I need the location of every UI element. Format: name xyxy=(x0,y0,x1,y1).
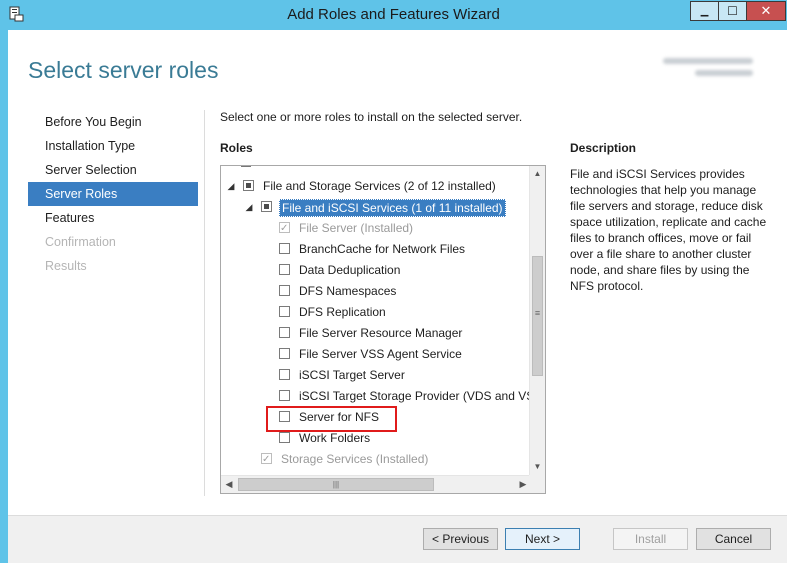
nav-results: Results xyxy=(45,259,87,273)
wizard-client-area: Select server roles Before You Begin Ins… xyxy=(8,30,787,563)
roles-tree[interactable]: ◢ File and Storage Services (2 of 12 ins… xyxy=(220,165,546,494)
scroll-thumb[interactable]: ≡ xyxy=(532,256,543,376)
checkbox[interactable] xyxy=(279,327,290,338)
expand-arrow-icon[interactable]: ◢ xyxy=(225,176,237,197)
cancel-button[interactable]: Cancel xyxy=(696,528,771,550)
description-text: File and iSCSI Services provides technol… xyxy=(570,167,767,293)
scroll-corner xyxy=(529,475,545,493)
role-label: DFS Replication xyxy=(299,305,386,319)
previous-button[interactable]: < Previous xyxy=(423,528,498,550)
role-label: File Server Resource Manager xyxy=(299,326,463,340)
role-label: iSCSI Target Server xyxy=(299,368,405,382)
wizard-steps-nav: Before You Begin Installation Type Serve… xyxy=(28,110,198,278)
role-label: File Server VSS Agent Service xyxy=(299,347,462,361)
install-button: Install xyxy=(613,528,688,550)
minimize-button[interactable]: ▁ xyxy=(690,1,718,21)
nav-confirmation: Confirmation xyxy=(45,235,116,249)
window-title: Add Roles and Features Wizard xyxy=(287,6,500,23)
maximize-icon: ☐ xyxy=(727,4,738,18)
role-label: File and iSCSI Services (1 of 11 install… xyxy=(279,199,506,217)
checkbox[interactable] xyxy=(279,285,290,296)
nav-server-selection[interactable]: Server Selection xyxy=(28,158,198,182)
grip-icon: ≡ xyxy=(534,308,541,318)
checkbox[interactable] xyxy=(279,432,290,443)
checkbox[interactable] xyxy=(261,201,272,212)
nav-before-you-begin[interactable]: Before You Begin xyxy=(28,110,198,134)
next-button[interactable]: Next > xyxy=(505,528,580,550)
nav-features[interactable]: Features xyxy=(28,206,198,230)
checkbox[interactable] xyxy=(243,180,254,191)
scroll-left-arrow-icon[interactable]: ◀ xyxy=(221,476,237,493)
page-title: Select server roles xyxy=(28,57,219,83)
role-label: DFS Namespaces xyxy=(299,284,397,298)
server-for-nfs-highlight xyxy=(266,406,397,432)
maximize-button[interactable]: ☐ xyxy=(718,1,746,21)
wizard-footer: < Previous Next > Install Cancel xyxy=(8,515,787,563)
checkbox[interactable] xyxy=(279,306,290,317)
description-label: Description xyxy=(570,141,637,155)
title-bar: Add Roles and Features Wizard ▁ ☐ ✕ xyxy=(0,0,787,30)
nav-server-roles[interactable]: Server Roles xyxy=(28,182,198,206)
grip-icon: ||| xyxy=(332,480,340,489)
divider xyxy=(204,110,205,496)
expand-arrow-icon[interactable]: ◢ xyxy=(243,197,255,218)
scroll-up-arrow-icon[interactable]: ▲ xyxy=(530,166,545,182)
checkbox xyxy=(261,449,272,470)
role-label: Storage Services (Installed) xyxy=(281,452,429,466)
nav-installation-type[interactable]: Installation Type xyxy=(28,134,198,158)
checkbox xyxy=(279,218,290,239)
minimize-icon: ▁ xyxy=(700,5,709,17)
checkbox[interactable] xyxy=(279,243,290,254)
scroll-thumb-horizontal[interactable]: ||| xyxy=(238,478,434,491)
role-label: BranchCache for Network Files xyxy=(299,242,466,256)
roles-label: Roles xyxy=(220,141,253,155)
close-button[interactable]: ✕ xyxy=(746,1,786,21)
checkbox[interactable] xyxy=(279,369,290,380)
horizontal-scrollbar[interactable]: ◀ ||| ▶ xyxy=(221,475,531,493)
checkbox[interactable] xyxy=(279,390,290,401)
instruction-text: Select one or more roles to install on t… xyxy=(220,110,523,124)
close-icon: ✕ xyxy=(760,3,772,18)
role-label: File and Storage Services (2 of 12 insta… xyxy=(263,179,496,193)
checkbox[interactable] xyxy=(279,264,290,275)
role-label: Data Deduplication xyxy=(299,263,401,277)
vertical-scrollbar[interactable]: ▲ ≡ ▼ xyxy=(529,166,545,475)
scroll-down-arrow-icon[interactable]: ▼ xyxy=(530,459,545,475)
role-label: iSCSI Target Storage Provider (VDS and V… xyxy=(299,389,531,403)
checkbox[interactable] xyxy=(279,348,290,359)
role-label: File Server (Installed) xyxy=(299,221,414,235)
